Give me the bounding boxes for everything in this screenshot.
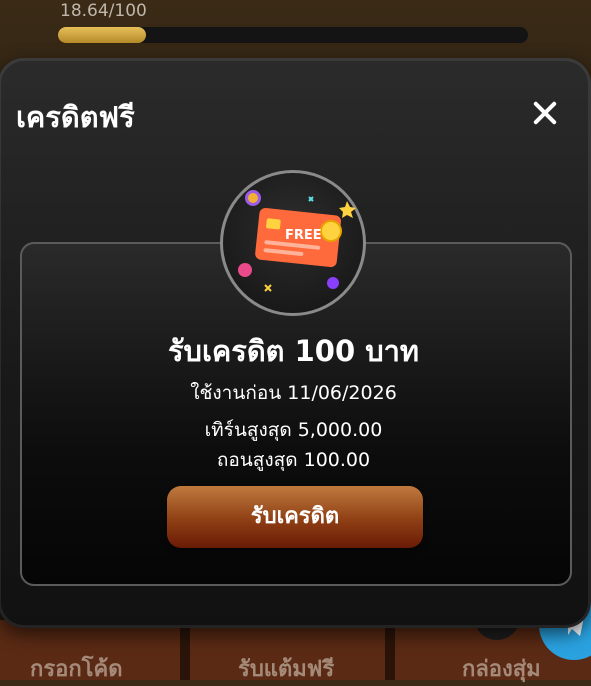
max-turnover: เทิร์นสูงสุด 5,000.00 [204, 419, 383, 441]
nav-divider [385, 620, 395, 680]
modal-title: เครดิตฟรี [16, 100, 135, 134]
credit-icon-badge: FREE [220, 170, 366, 316]
progress-bar [58, 27, 528, 43]
nav-item-random-box[interactable]: กล่องสุ่ม [462, 651, 541, 686]
nav-item-enter-code[interactable]: กรอกโค้ด [30, 651, 123, 686]
nav-item-free-points[interactable]: รับแต้มฟรี [238, 651, 334, 686]
close-icon[interactable] [524, 92, 566, 134]
credit-title: รับเครดิต 100 บาท [167, 334, 420, 368]
claim-credit-button[interactable]: รับเครดิต [167, 486, 423, 548]
card-free-text: FREE [285, 228, 322, 243]
progress-bar-fill [58, 27, 146, 43]
use-before-date: ใช้งานก่อน 11/06/2026 [190, 382, 397, 404]
free-credit-modal: เครดิตฟรี FREE รับเครดิต 100 บาท ใช้งานก… [0, 58, 591, 628]
nav-divider [180, 620, 190, 680]
progress-text: 18.64/100 [60, 1, 147, 21]
max-withdraw: ถอนสูงสุด 100.00 [216, 449, 371, 471]
